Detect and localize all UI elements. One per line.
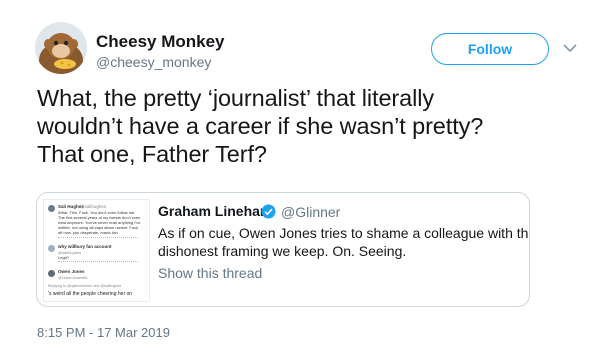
- mini-avatar: [48, 205, 55, 212]
- mini-actions-row: [58, 237, 138, 239]
- tweet-text-line: That one, Father Terf?: [37, 141, 267, 167]
- mini-post1-handle: @salihughes: [80, 204, 107, 209]
- author-display-name[interactable]: Cheesy Monkey: [96, 32, 225, 52]
- mini-post3-name: Owen Jones: [58, 269, 85, 274]
- tweet-text: What, the pretty ‘journalist’ that liter…: [37, 84, 597, 168]
- tweet-text-line: wouldn’t have a career if she wasn’t pre…: [37, 113, 484, 139]
- tweet-text-line: What, the pretty ‘journalist’ that liter…: [37, 85, 435, 111]
- mini-post2-line: Legit?: [58, 255, 69, 260]
- quoted-tweet-thumbnail[interactable]: Sali Hughes @salihughes What. This. Fuck…: [43, 199, 150, 302]
- avatar[interactable]: [35, 22, 87, 74]
- quoted-author-handle: @Glinner: [281, 204, 341, 220]
- quoted-tweet-card[interactable]: Sali Hughes @salihughes What. This. Fuck…: [36, 192, 530, 307]
- follow-button[interactable]: Follow: [431, 33, 549, 65]
- mini-post2-name: why willbury fan account: [58, 244, 112, 249]
- chevron-down-icon: [563, 44, 577, 53]
- mini-actions-row: [58, 261, 138, 263]
- tweet-timestamp[interactable]: 8:15 PM - 17 Mar 2019: [37, 325, 170, 340]
- author-handle[interactable]: @cheesy_monkey: [96, 54, 211, 70]
- mini-post3-reply: Replying to @nytimesreturn and @salihugh…: [48, 284, 122, 288]
- quoted-tweet-text-line: dishonest framing we keep. On. Seeing.: [158, 243, 407, 259]
- quoted-tweet-text-line: As if on cue, Owen Jones tries to shame …: [158, 225, 529, 241]
- quoted-tweet-text: As if on cue, Owen Jones tries to shame …: [158, 224, 529, 260]
- more-options-button[interactable]: [559, 39, 581, 57]
- monkey-avatar-icon: [35, 22, 87, 74]
- tweet-header: Cheesy Monkey @cheesy_monkey Follow: [35, 22, 585, 82]
- show-thread-link[interactable]: Show this thread: [158, 265, 262, 281]
- mini-post3-text: 's weird all the people cheering her on: [48, 291, 133, 297]
- mini-avatar: [48, 245, 55, 252]
- verified-badge-icon: [261, 204, 276, 219]
- mini-post3-handle: @OwenJones84: [58, 275, 88, 280]
- mini-post1-line: off now, you desperate, manic fan: [58, 230, 118, 235]
- mini-avatar: [48, 270, 55, 277]
- quoted-author-display-name: Graham Linehan: [158, 203, 269, 219]
